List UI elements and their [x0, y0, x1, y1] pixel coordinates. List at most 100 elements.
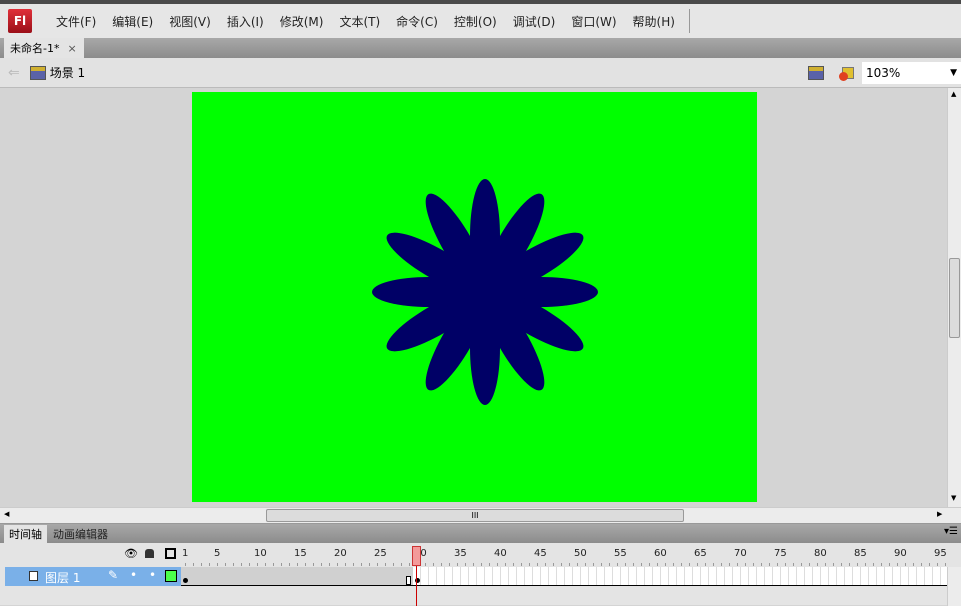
close-icon[interactable]: ×: [67, 42, 76, 55]
playhead-line: [416, 566, 417, 606]
layer-color-swatch[interactable]: [165, 570, 177, 582]
menu-control[interactable]: 控制(O): [446, 13, 505, 30]
ruler-tick: [625, 563, 626, 566]
ruler-tick: [545, 563, 546, 566]
menu-insert[interactable]: 插入(I): [219, 13, 272, 30]
tab-motion-editor[interactable]: 动画编辑器: [48, 525, 113, 543]
tween-span[interactable]: [181, 567, 413, 585]
scroll-up-icon[interactable]: ▲: [951, 90, 956, 98]
ruler-label: 60: [654, 548, 667, 559]
lock-icon[interactable]: [145, 549, 154, 558]
layer-row[interactable]: 图层 1 ✎ • •: [5, 567, 181, 586]
flash-logo: Fl: [8, 9, 32, 33]
ruler-label: 10: [254, 548, 267, 559]
ruler-tick: [585, 563, 586, 566]
menu-separator: [688, 9, 690, 33]
keyframe-1[interactable]: [183, 578, 188, 583]
ruler-label: 90: [894, 548, 907, 559]
vertical-scroll-thumb[interactable]: [949, 258, 960, 338]
ruler-tick: [921, 563, 922, 566]
layer-name[interactable]: 图层 1: [45, 569, 80, 586]
ruler-tick: [441, 563, 442, 566]
ruler-tick: [321, 563, 322, 566]
stage[interactable]: [192, 92, 757, 502]
ruler-tick: [401, 563, 402, 566]
menu-commands[interactable]: 命令(C): [388, 13, 446, 30]
ruler-tick: [865, 563, 866, 566]
chevron-down-icon: ▼: [950, 67, 957, 78]
ruler-tick: [937, 563, 938, 566]
menu-view[interactable]: 视图(V): [161, 13, 219, 30]
flower-center: [445, 252, 525, 332]
ruler-tick: [313, 563, 314, 566]
menu-modify[interactable]: 修改(M): [272, 13, 332, 30]
ruler-tick: [185, 563, 186, 566]
zoom-select[interactable]: 103% ▼: [862, 61, 961, 84]
flower-shape[interactable]: [192, 92, 757, 502]
ruler-label: 70: [734, 548, 747, 559]
ruler-tick: [721, 563, 722, 566]
document-tab[interactable]: 未命名-1* ×: [4, 38, 84, 58]
horizontal-scroll-thumb[interactable]: III: [266, 509, 684, 522]
horizontal-scrollbar[interactable]: ◀ III ▶: [0, 507, 961, 523]
ruler-tick: [201, 563, 202, 566]
scroll-right-icon[interactable]: ▶: [937, 510, 942, 518]
frame-ruler[interactable]: 15101520253035404550556065707580859095: [181, 543, 947, 567]
layer-type-icon: [29, 571, 38, 581]
menubar: Fl 文件(F) 编辑(E) 视图(V) 插入(I) 修改(M) 文本(T) 命…: [0, 4, 961, 38]
ruler-tick: [513, 563, 514, 566]
ruler-tick: [393, 563, 394, 566]
ruler-tick: [249, 563, 250, 566]
menu-debug[interactable]: 调试(D): [505, 13, 564, 30]
ruler-label: 55: [614, 548, 627, 559]
ruler-tick: [209, 563, 210, 566]
ruler-tick: [617, 563, 618, 566]
menu-help[interactable]: 帮助(H): [625, 13, 683, 30]
frame-track[interactable]: [181, 567, 947, 586]
visibility-dot[interactable]: •: [130, 568, 137, 582]
ruler-tick: [793, 563, 794, 566]
ruler-tick: [281, 563, 282, 566]
panel-menu-icon[interactable]: ▾☰: [944, 526, 958, 537]
menu-window[interactable]: 窗口(W): [563, 13, 624, 30]
timeline-panel: 时间轴 动画编辑器 ▾☰ 👁 1510152025303540455055606…: [0, 523, 961, 606]
ruler-tick: [369, 563, 370, 566]
scroll-left-icon[interactable]: ◀: [4, 510, 9, 518]
ruler-tick: [465, 563, 466, 566]
lock-dot[interactable]: •: [149, 568, 156, 582]
ruler-tick: [809, 563, 810, 566]
timeline-vscroll[interactable]: [947, 567, 961, 606]
ruler-tick: [241, 563, 242, 566]
ruler-tick: [529, 563, 530, 566]
ruler-tick: [409, 563, 410, 566]
scene-bar: ⇐ 场景 1 103% ▼: [0, 58, 961, 88]
menu-edit[interactable]: 编辑(E): [104, 13, 161, 30]
back-arrow-icon[interactable]: ⇐: [8, 65, 20, 81]
scroll-down-icon[interactable]: ▼: [951, 494, 956, 502]
ruler-tick: [569, 563, 570, 566]
ruler-label: 35: [454, 548, 467, 559]
ruler-tick: [225, 563, 226, 566]
playhead[interactable]: [412, 546, 421, 566]
scroll-grip: III: [471, 511, 479, 520]
ruler-tick: [425, 563, 426, 566]
vertical-scrollbar[interactable]: ▲ ▼: [947, 88, 961, 507]
edit-symbols-icon[interactable]: [838, 65, 856, 81]
eye-icon[interactable]: 👁: [124, 547, 138, 560]
ruler-label: 65: [694, 548, 707, 559]
frame-end-marker: [406, 576, 411, 585]
menu-file[interactable]: 文件(F): [48, 13, 104, 30]
ruler-tick: [233, 563, 234, 566]
ruler-tick: [641, 563, 642, 566]
scene-label: 场景 1: [49, 66, 86, 80]
ruler-tick: [345, 563, 346, 566]
ruler-tick: [849, 563, 850, 566]
tab-timeline[interactable]: 时间轴: [4, 525, 47, 543]
menu-text[interactable]: 文本(T): [331, 13, 388, 30]
ruler-tick: [673, 563, 674, 566]
ruler-tick: [857, 563, 858, 566]
ruler-tick: [353, 563, 354, 566]
outline-icon[interactable]: [165, 548, 176, 559]
edit-scene-icon[interactable]: [808, 65, 824, 80]
ruler-tick: [697, 563, 698, 566]
